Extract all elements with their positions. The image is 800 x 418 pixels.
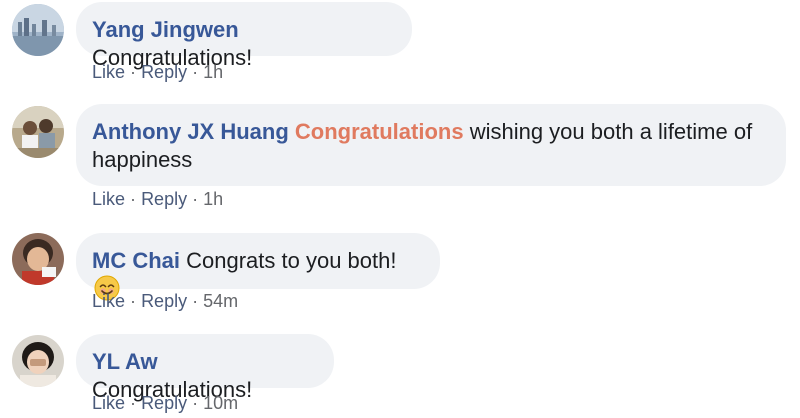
reply-button[interactable]: Reply xyxy=(141,291,187,311)
comment-author-link[interactable]: MC Chai xyxy=(92,248,180,273)
like-button[interactable]: Like xyxy=(92,189,125,209)
avatar[interactable] xyxy=(12,106,64,158)
comment-actions: Like · Reply · 1h xyxy=(92,62,223,83)
like-button[interactable]: Like xyxy=(92,62,125,82)
reply-button[interactable]: Reply xyxy=(141,189,187,209)
separator: · xyxy=(130,62,137,82)
separator: · xyxy=(192,62,199,82)
separator: · xyxy=(192,189,199,209)
comment-bubble: Yang Jingwen Congratulations! xyxy=(76,2,412,70)
separator: · xyxy=(130,291,137,311)
reply-button[interactable]: Reply xyxy=(141,393,187,413)
comment-timestamp[interactable]: 1h xyxy=(203,62,223,82)
like-button[interactable]: Like xyxy=(92,291,125,311)
comment-author-link[interactable]: Anthony JX Huang xyxy=(92,119,289,144)
separator: · xyxy=(192,291,199,311)
comment-actions: Like · Reply · 54m xyxy=(92,291,238,312)
like-button[interactable]: Like xyxy=(92,393,125,413)
comment-actions: Like · Reply · 1h xyxy=(92,189,223,210)
comment-author-link[interactable]: Yang Jingwen xyxy=(92,17,239,42)
comment-bubble: YL Aw Congratulations! xyxy=(76,334,334,402)
comment-author-link[interactable]: YL Aw xyxy=(92,349,158,374)
comment-highlight-text: Congratulations xyxy=(294,119,464,144)
separator: · xyxy=(192,393,199,413)
comment-actions: Like · Reply · 10m xyxy=(92,393,238,414)
comment-text: Congrats to you both! xyxy=(186,248,397,273)
avatar[interactable] xyxy=(12,4,64,56)
reply-button[interactable]: Reply xyxy=(141,62,187,82)
comment-timestamp[interactable]: 1h xyxy=(203,189,223,209)
avatar[interactable] xyxy=(12,335,64,387)
comment-timestamp[interactable]: 54m xyxy=(203,291,238,311)
comment-timestamp[interactable]: 10m xyxy=(203,393,238,413)
comment-bubble: Anthony JX Huang Congratulations wishing… xyxy=(76,104,786,186)
separator: · xyxy=(130,189,137,209)
comment-bubble: MC Chai Congrats to you both! xyxy=(76,233,440,301)
avatar[interactable] xyxy=(12,233,64,285)
separator: · xyxy=(130,393,137,413)
